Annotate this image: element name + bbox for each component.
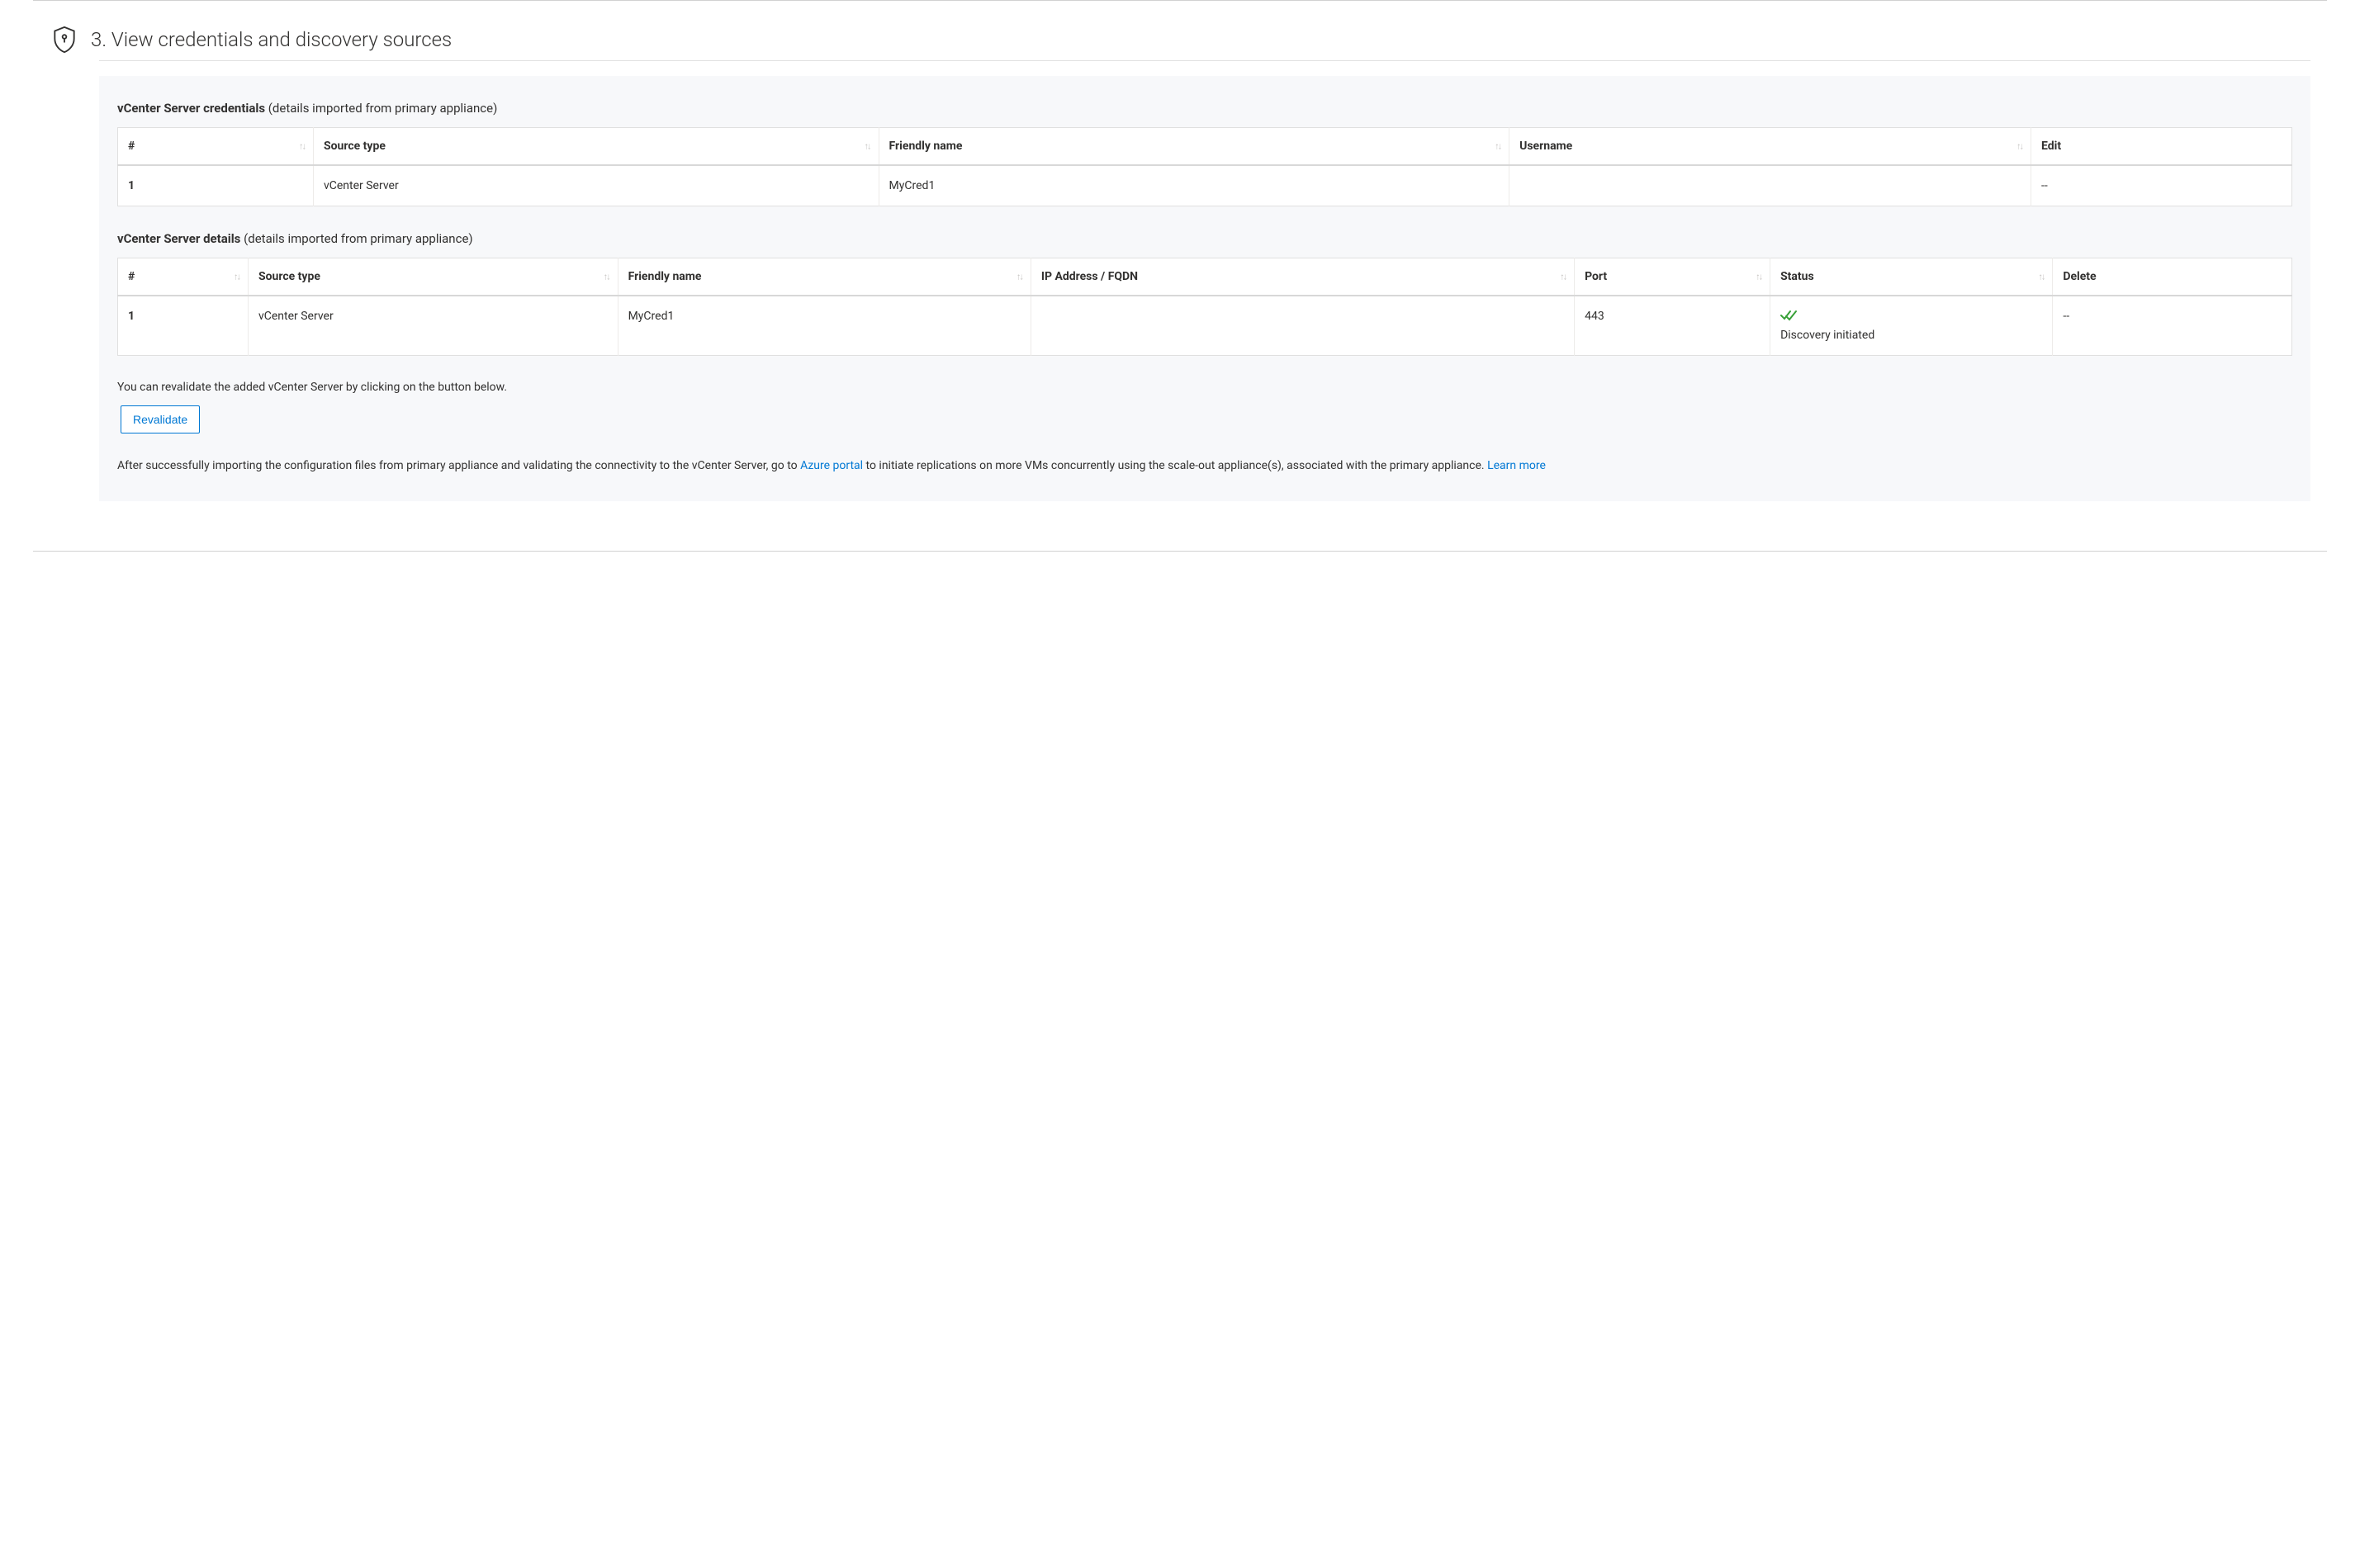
revalidate-button[interactable]: Revalidate (121, 405, 200, 433)
col-friendly-name[interactable]: Friendly name↑↓ (879, 128, 1509, 166)
cell-friendly-name: MyCred1 (618, 296, 1031, 356)
col-index[interactable]: #↑↓ (118, 128, 314, 166)
footer-paragraph: After successfully importing the configu… (117, 457, 2292, 476)
top-divider (33, 0, 2327, 1)
details-title-bold: vCenter Server details (117, 231, 240, 246)
azure-portal-link[interactable]: Azure portal (800, 459, 863, 472)
col-username[interactable]: Username↑↓ (1509, 128, 2031, 166)
section-divider (99, 60, 2310, 61)
section-header: 3. View credentials and discovery source… (53, 26, 2327, 54)
cell-friendly-name: MyCred1 (879, 165, 1509, 206)
sort-icon: ↑↓ (1756, 272, 1761, 282)
details-table: #↑↓ Source type↑↓ Friendly name↑↓ IP Add… (117, 258, 2292, 356)
footer-text-1: After successfully importing the configu… (117, 459, 800, 472)
sort-icon: ↑↓ (2038, 272, 2044, 282)
cell-edit: -- (2031, 165, 2292, 206)
cell-ip (1031, 296, 1574, 356)
shield-icon (53, 26, 76, 54)
col-friendly-name[interactable]: Friendly name↑↓ (618, 258, 1031, 296)
credentials-title: vCenter Server credentials (details impo… (117, 101, 2292, 116)
col-delete: Delete (2053, 258, 2292, 296)
status-text: Discovery initiated (1780, 329, 2042, 342)
bottom-divider (33, 551, 2327, 552)
col-source-type[interactable]: Source type↑↓ (313, 128, 879, 166)
sort-icon: ↑↓ (2016, 141, 2022, 152)
cell-port: 443 (1575, 296, 1770, 356)
table-header-row: #↑↓ Source type↑↓ Friendly name↑↓ Userna… (118, 128, 2292, 166)
sort-icon: ↑↓ (299, 141, 305, 152)
sort-icon: ↑↓ (1495, 141, 1500, 152)
credentials-title-faint: (details imported from primary appliance… (265, 101, 497, 116)
col-port[interactable]: Port↑↓ (1575, 258, 1770, 296)
credentials-title-bold: vCenter Server credentials (117, 101, 265, 116)
table-header-row: #↑↓ Source type↑↓ Friendly name↑↓ IP Add… (118, 258, 2292, 296)
cell-source-type: vCenter Server (248, 296, 618, 356)
cell-username (1509, 165, 2031, 206)
credentials-panel: vCenter Server credentials (details impo… (99, 76, 2310, 501)
section-title: 3. View credentials and discovery source… (91, 28, 452, 51)
col-ip[interactable]: IP Address / FQDN↑↓ (1031, 258, 1574, 296)
sort-icon: ↑↓ (1560, 272, 1566, 282)
double-check-icon (1780, 310, 2042, 324)
table-row: 1 vCenter Server MyCred1 443 Discovery i… (118, 296, 2292, 356)
col-status[interactable]: Status↑↓ (1770, 258, 2053, 296)
footer-text-2: to initiate replications on more VMs con… (863, 459, 1487, 472)
sort-icon: ↑↓ (604, 272, 609, 282)
col-index[interactable]: #↑↓ (118, 258, 249, 296)
cell-index: 1 (118, 296, 249, 356)
sort-icon: ↑↓ (865, 141, 870, 152)
cell-index: 1 (118, 165, 314, 206)
col-edit: Edit (2031, 128, 2292, 166)
cell-status: Discovery initiated (1770, 296, 2053, 356)
cell-source-type: vCenter Server (313, 165, 879, 206)
table-row: 1 vCenter Server MyCred1 -- (118, 165, 2292, 206)
sort-icon: ↑↓ (1017, 272, 1022, 282)
sort-icon: ↑↓ (234, 272, 239, 282)
details-title: vCenter Server details (details imported… (117, 231, 2292, 246)
credentials-table: #↑↓ Source type↑↓ Friendly name↑↓ Userna… (117, 127, 2292, 206)
details-title-faint: (details imported from primary appliance… (240, 231, 472, 246)
col-source-type[interactable]: Source type↑↓ (248, 258, 618, 296)
cell-delete: -- (2053, 296, 2292, 356)
revalidate-info: You can revalidate the added vCenter Ser… (117, 381, 2292, 394)
learn-more-link[interactable]: Learn more (1487, 459, 1546, 472)
